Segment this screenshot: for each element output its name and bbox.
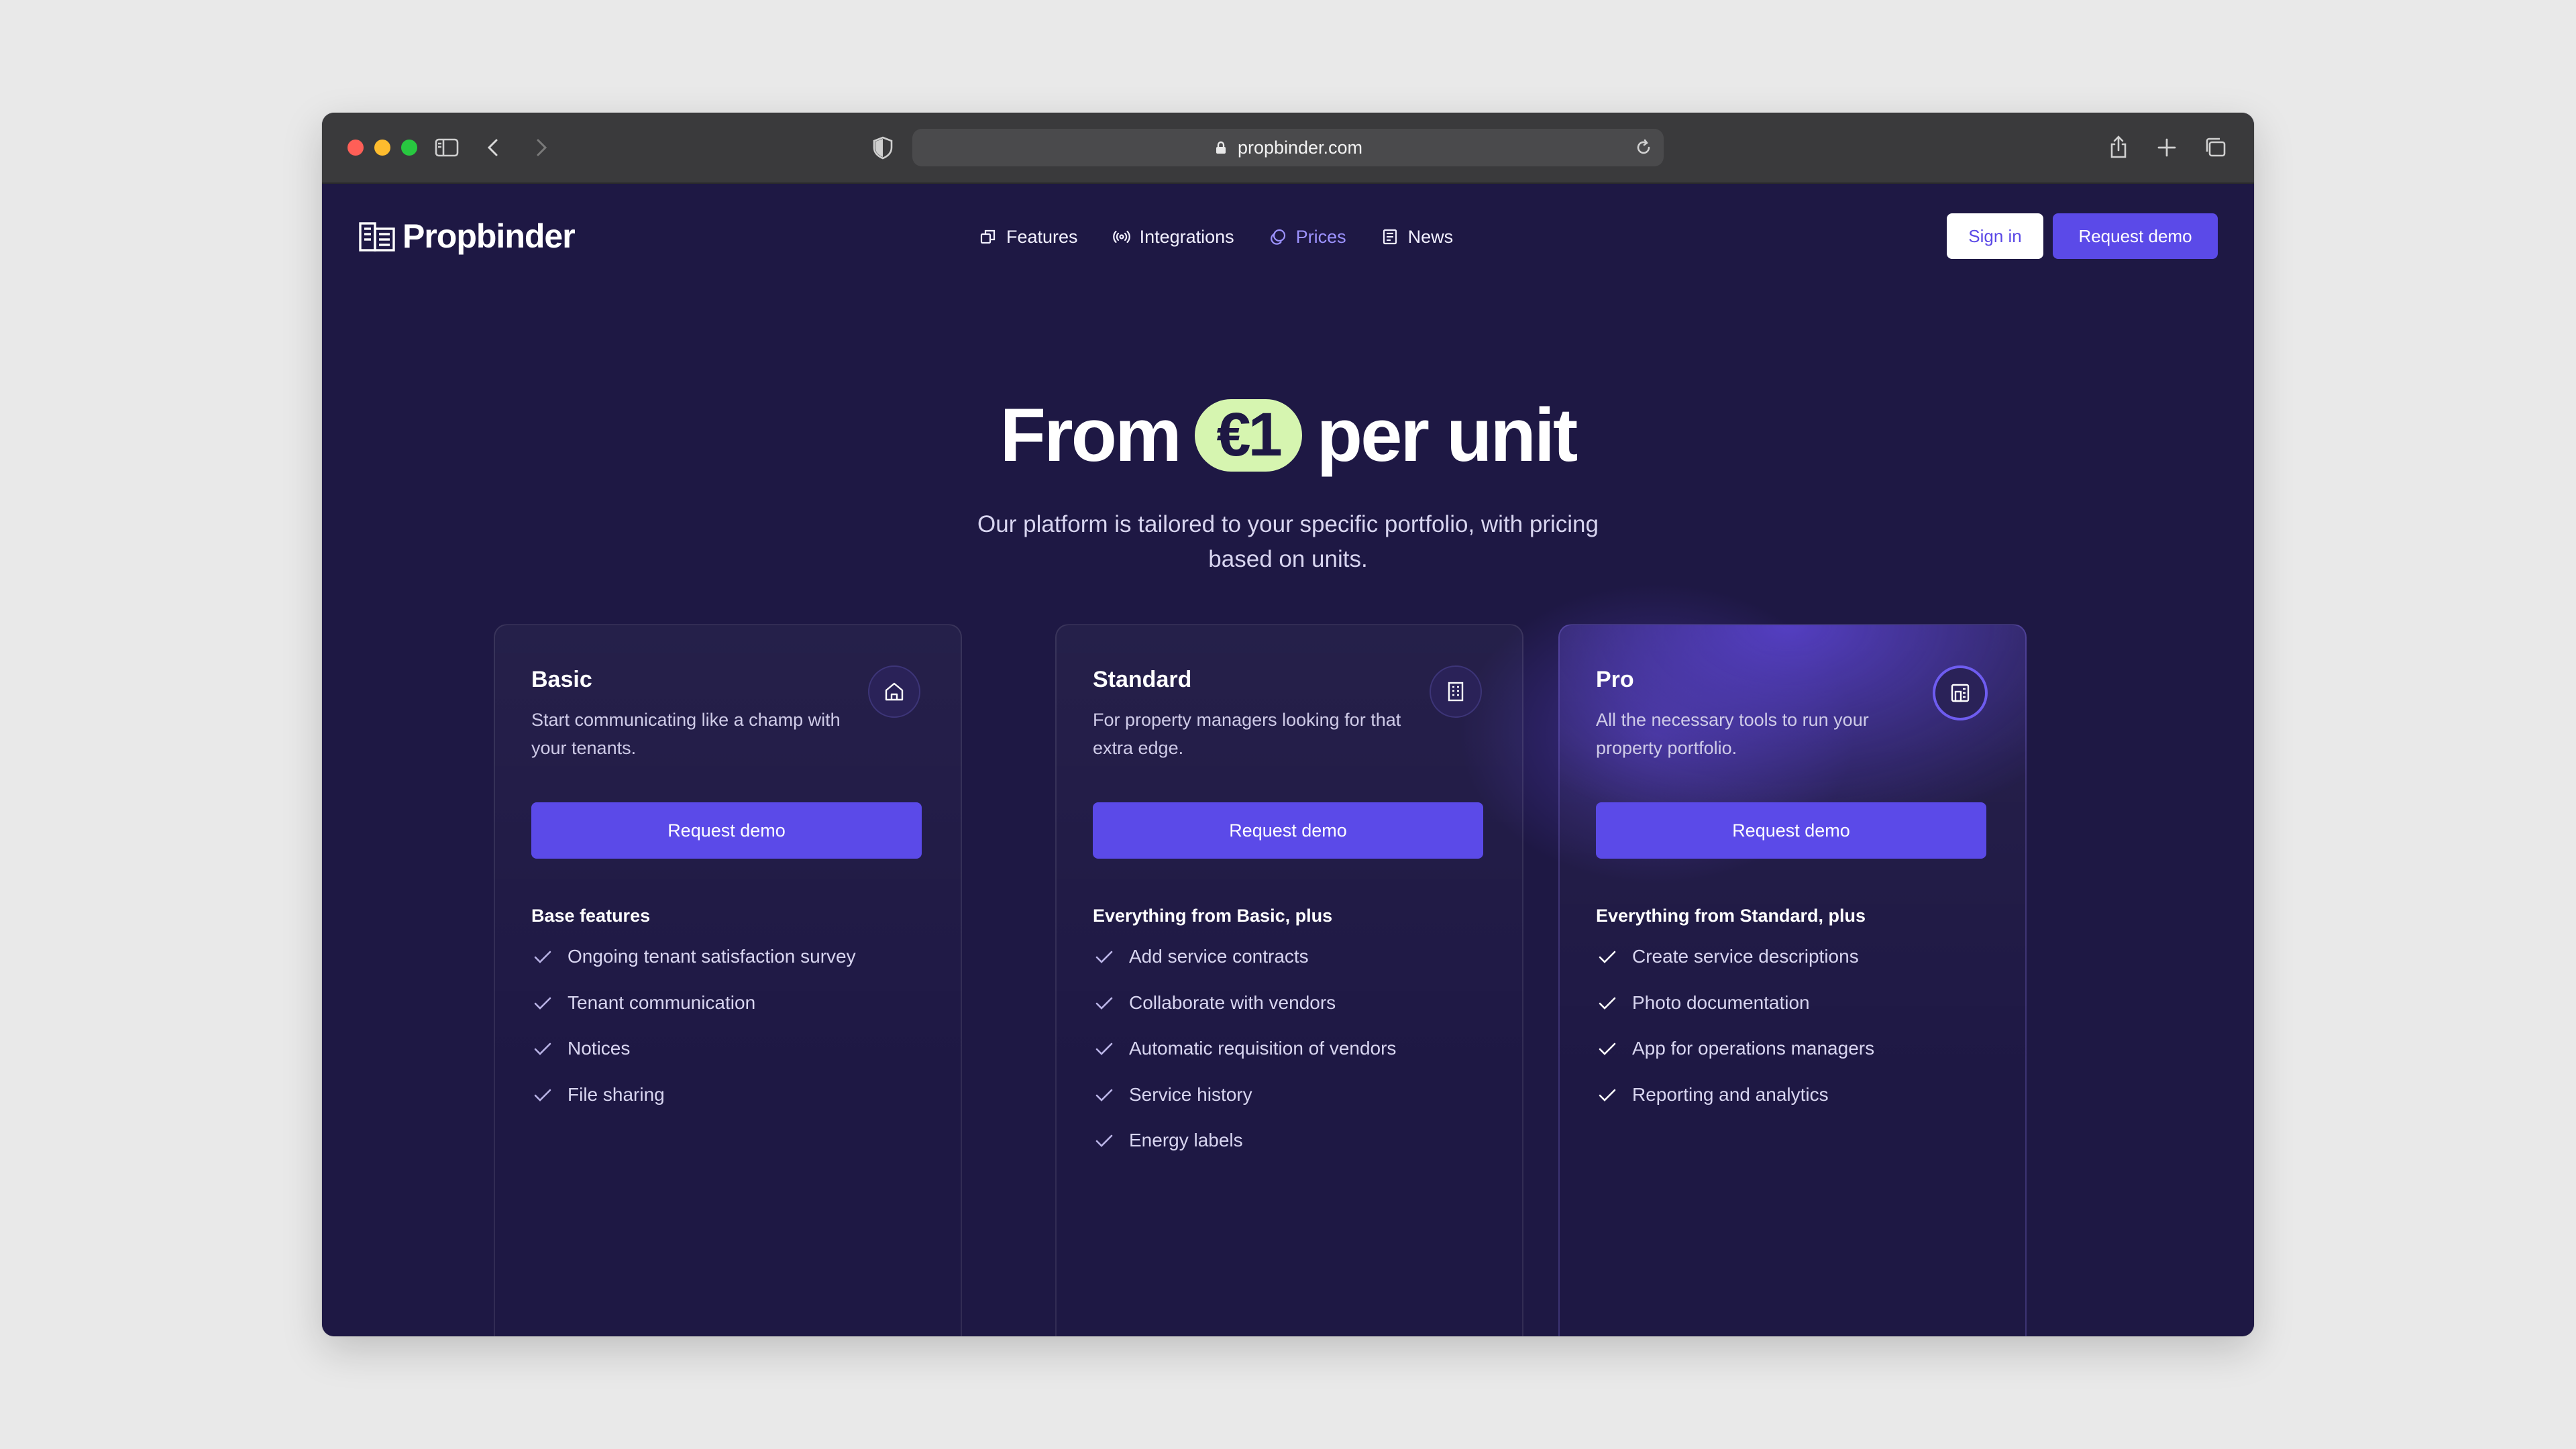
check-icon <box>534 997 551 1010</box>
check-icon <box>1095 997 1113 1010</box>
list-item: Create service descriptions <box>1596 946 1874 992</box>
zoom-window-button[interactable] <box>401 140 417 156</box>
page-title: From €1 per unit <box>322 392 2254 478</box>
features-heading: Everything from Basic, plus <box>1093 906 1333 926</box>
plan-description: All the necessary tools to run your prop… <box>1596 710 1869 758</box>
request-demo-button[interactable]: Request demo <box>2053 213 2218 259</box>
check-icon <box>1599 951 1616 963</box>
brand-name: Propbinder <box>402 217 576 255</box>
plan-name: Standard <box>1093 667 1192 692</box>
check-icon <box>1599 997 1616 1010</box>
brand-logo[interactable]: Propbinder <box>358 216 576 256</box>
title-suffix: per unit <box>1316 393 1578 477</box>
broadcast-icon <box>1112 230 1130 244</box>
check-icon <box>534 951 551 963</box>
new-tab-icon[interactable] <box>2153 134 2180 161</box>
plan-request-demo-button[interactable]: Request demo <box>1093 802 1483 859</box>
plan-card-standard: Standard For property managers looking f… <box>1055 624 1523 1336</box>
share-icon[interactable] <box>2105 134 2132 161</box>
plan-description: Start communicating like a champ with yo… <box>531 710 841 758</box>
privacy-shield-icon[interactable] <box>869 134 896 161</box>
reload-icon[interactable] <box>1633 137 1654 158</box>
price-badge: €1 <box>1194 398 1302 472</box>
sign-in-button[interactable]: Sign in <box>1947 213 2043 259</box>
list-item: App for operations managers <box>1596 1038 1874 1084</box>
sidebar-toggle-icon[interactable] <box>433 134 460 161</box>
check-icon <box>1095 1134 1113 1147</box>
page-subtitle: Our platform is tailored to your specifi… <box>977 511 1599 572</box>
list-item: Notices <box>531 1038 856 1084</box>
check-icon <box>1599 1042 1616 1055</box>
lock-icon <box>1216 141 1226 154</box>
features-heading: Base features <box>531 906 651 926</box>
list-item: Add service contracts <box>1093 946 1396 992</box>
feature-list: Create service descriptions Photo docume… <box>1596 946 1874 1130</box>
newspaper-icon <box>1383 229 1397 245</box>
buildings-icon <box>1933 665 1988 720</box>
feature-list: Add service contracts Collaborate with v… <box>1093 946 1396 1176</box>
check-icon <box>534 1089 551 1102</box>
check-icon <box>1095 1042 1113 1055</box>
main-nav: Features Integrations Prices News <box>979 220 1453 254</box>
list-item: Automatic requisition of vendors <box>1093 1038 1396 1084</box>
list-item: Energy labels <box>1093 1130 1396 1176</box>
coins-icon <box>1270 229 1285 245</box>
check-icon <box>1095 1089 1113 1102</box>
list-item: Reporting and analytics <box>1596 1084 1874 1130</box>
pricing-page: Propbinder Features Integrations Prices … <box>322 184 2254 1336</box>
list-item: File sharing <box>531 1084 856 1130</box>
check-icon <box>1095 951 1113 963</box>
browser-toolbar: propbinder.com <box>322 113 2254 184</box>
list-item: Service history <box>1093 1084 1396 1130</box>
feature-list: Ongoing tenant satisfaction survey Tenan… <box>531 946 856 1130</box>
nav-item-features[interactable]: Features <box>979 227 1078 248</box>
plan-description: For property managers looking for that e… <box>1093 710 1401 758</box>
layers-icon <box>980 229 996 244</box>
building-icon <box>1430 665 1482 718</box>
nav-item-integrations[interactable]: Integrations <box>1112 227 1234 248</box>
plan-name: Pro <box>1596 667 1634 692</box>
list-item: Collaborate with vendors <box>1093 992 1396 1038</box>
list-item: Ongoing tenant satisfaction survey <box>531 946 856 992</box>
nav-item-news[interactable]: News <box>1381 227 1453 248</box>
plan-card-basic: Basic Start communicating like a champ w… <box>494 624 962 1336</box>
plan-name: Basic <box>531 667 592 692</box>
forward-icon[interactable] <box>527 134 554 161</box>
address-bar[interactable]: propbinder.com <box>912 129 1664 166</box>
plan-request-demo-button[interactable]: Request demo <box>1596 802 1986 859</box>
browser-window: propbinder.com Propbinder Features Integ… <box>322 113 2254 1336</box>
building-logo-icon <box>359 222 395 252</box>
list-item: Photo documentation <box>1596 992 1874 1038</box>
back-icon[interactable] <box>480 134 507 161</box>
url-text: propbinder.com <box>1237 137 1363 158</box>
minimize-window-button[interactable] <box>374 140 390 156</box>
list-item: Tenant communication <box>531 992 856 1038</box>
plan-card-pro: Pro All the necessary tools to run your … <box>1558 624 2027 1336</box>
nav-item-prices[interactable]: Prices <box>1269 227 1346 248</box>
home-icon <box>868 665 920 718</box>
title-prefix: From <box>1000 393 1182 477</box>
close-window-button[interactable] <box>347 140 364 156</box>
tab-overview-icon[interactable] <box>2202 134 2229 161</box>
plan-request-demo-button[interactable]: Request demo <box>531 802 922 859</box>
check-icon <box>534 1042 551 1055</box>
features-heading: Everything from Standard, plus <box>1596 906 1866 926</box>
check-icon <box>1599 1089 1616 1102</box>
